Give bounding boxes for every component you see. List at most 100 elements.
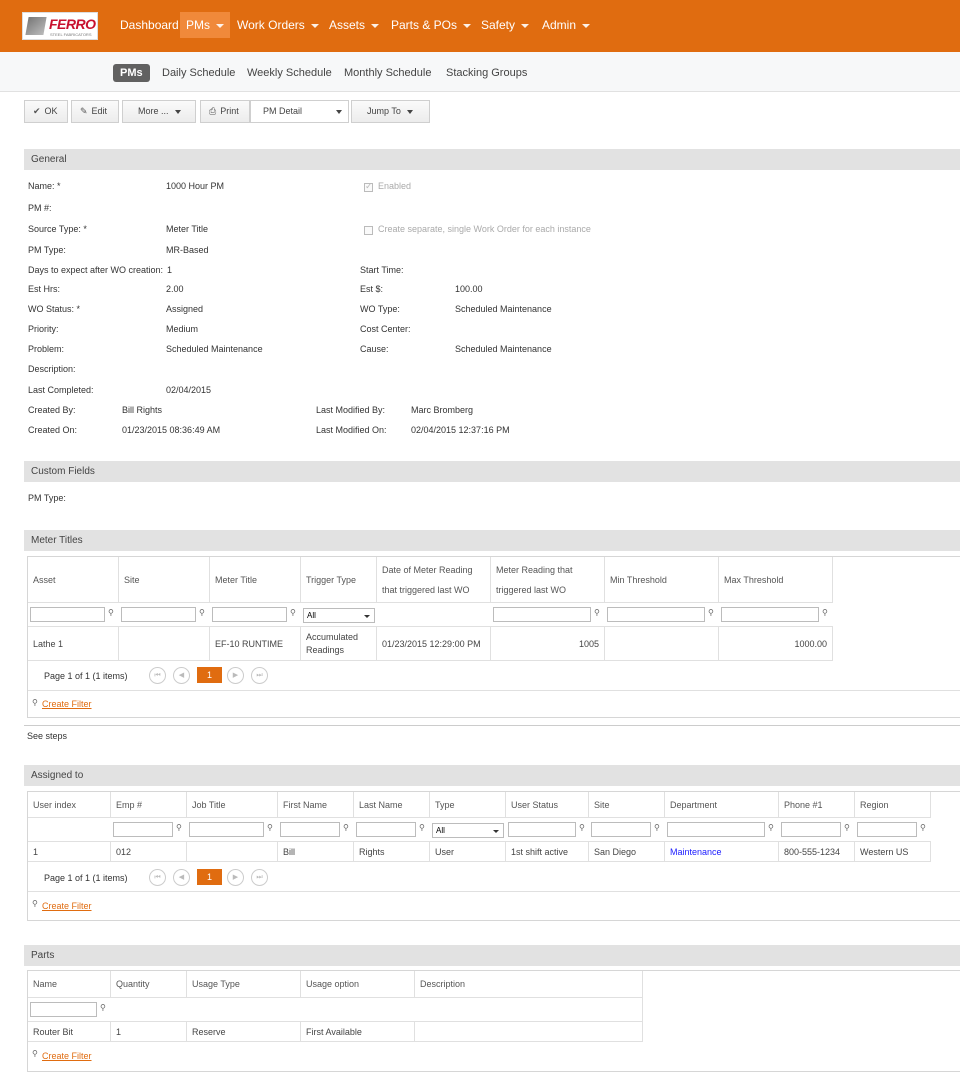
filter-icon[interactable]: ⚲	[108, 608, 114, 617]
subtab-weekly-schedule[interactable]: Weekly Schedule	[247, 64, 332, 82]
filter-input[interactable]	[591, 822, 651, 837]
filter-icon[interactable]: ⚲	[343, 823, 349, 832]
print-button[interactable]: ⎙ Print	[200, 100, 250, 123]
filter-input[interactable]	[30, 607, 105, 622]
filter-input[interactable]	[189, 822, 264, 837]
column-header[interactable]: Name	[28, 971, 111, 998]
nav-safety[interactable]: Safety	[475, 12, 535, 38]
nav-admin[interactable]: Admin	[536, 12, 596, 38]
subtab-pms[interactable]: PMs	[113, 64, 150, 82]
filter-icon[interactable]: ⚲	[579, 823, 585, 832]
column-header[interactable]: Trigger Type	[301, 557, 377, 603]
column-header[interactable]: User Status	[506, 792, 589, 818]
filter-icon[interactable]: ⚲	[199, 608, 205, 617]
column-header[interactable]: Max Threshold	[719, 557, 833, 603]
filter-icon[interactable]: ⚲	[708, 608, 714, 617]
filter-input[interactable]	[212, 607, 287, 622]
filter-input[interactable]	[121, 607, 196, 622]
column-header[interactable]: Usage Type	[187, 971, 301, 998]
filter-icon[interactable]: ⚲	[844, 823, 850, 832]
created-by-value: Bill Rights	[122, 405, 163, 415]
column-header[interactable]: Min Threshold	[605, 557, 719, 603]
column-header[interactable]: Meter Reading that triggered last WO	[491, 557, 605, 603]
wo-type-label: WO Type:	[360, 304, 400, 314]
column-header[interactable]: Last Name	[354, 792, 430, 818]
pager-summary: Page 1 of 1 (1 items)	[44, 671, 128, 681]
nav-pms[interactable]: PMs	[180, 12, 230, 38]
column-header[interactable]: Type	[430, 792, 506, 818]
filter-icon[interactable]: ⚲	[920, 823, 926, 832]
cost-center-label: Cost Center:	[360, 324, 411, 334]
filter-icon[interactable]: ⚲	[768, 823, 774, 832]
create-filter-link[interactable]: Create Filter	[42, 901, 92, 911]
filter-icon[interactable]: ⚲	[267, 823, 273, 832]
filter-icon[interactable]: ⚲	[822, 608, 828, 617]
current-page-button[interactable]: 1	[197, 869, 222, 885]
filter-input[interactable]	[781, 822, 841, 837]
filter-input[interactable]	[721, 607, 819, 622]
filter-input[interactable]	[667, 822, 765, 837]
column-header[interactable]: Asset	[28, 557, 119, 603]
prev-page-icon[interactable]: ◀	[173, 667, 190, 684]
department-link[interactable]: Maintenance	[665, 842, 779, 862]
column-header[interactable]: Region	[855, 792, 931, 818]
first-page-icon[interactable]: ⏮	[149, 667, 166, 684]
filter-icon[interactable]: ⚲	[176, 823, 182, 832]
column-header[interactable]: Description	[415, 971, 643, 998]
chevron-down-icon	[463, 23, 472, 28]
filter-icon[interactable]: ⚲	[290, 608, 296, 617]
jump-to-button[interactable]: Jump To	[351, 100, 430, 123]
next-page-icon[interactable]: ▶	[227, 667, 244, 684]
created-on-value: 01/23/2015 08:36:49 AM	[122, 425, 221, 435]
column-header[interactable]: Site	[589, 792, 665, 818]
prev-page-icon[interactable]: ◀	[173, 869, 190, 886]
edit-button[interactable]: ✎ Edit	[71, 100, 119, 123]
subtab-stacking-groups[interactable]: Stacking Groups	[446, 64, 527, 82]
create-filter-link[interactable]: Create Filter	[42, 699, 92, 709]
column-header[interactable]: Emp #	[111, 792, 187, 818]
nav-work-orders[interactable]: Work Orders	[231, 12, 325, 38]
filter-input[interactable]	[508, 822, 576, 837]
subtab-daily-schedule[interactable]: Daily Schedule	[162, 64, 235, 82]
filter-input[interactable]	[493, 607, 591, 622]
separate-wo-checkbox[interactable]	[364, 226, 373, 235]
more-button[interactable]: More ...	[122, 100, 196, 123]
filter-input[interactable]	[607, 607, 705, 622]
type-filter-select[interactable]: All	[432, 823, 504, 838]
filter-icon[interactable]: ⚲	[100, 1003, 106, 1012]
column-header[interactable]: User index	[28, 792, 111, 818]
current-page-button[interactable]: 1	[197, 667, 222, 683]
nav-assets[interactable]: Assets	[323, 12, 385, 38]
column-header[interactable]: Site	[119, 557, 210, 603]
filter-input[interactable]	[857, 822, 917, 837]
next-page-icon[interactable]: ▶	[227, 869, 244, 886]
subtab-monthly-schedule[interactable]: Monthly Schedule	[344, 64, 431, 82]
filter-icon[interactable]: ⚲	[654, 823, 660, 832]
nav-dashboard[interactable]: Dashboard	[114, 12, 185, 38]
filter-icon[interactable]: ⚲	[419, 823, 425, 832]
column-header[interactable]: Department	[665, 792, 779, 818]
column-header[interactable]: First Name	[278, 792, 354, 818]
nav-parts-pos[interactable]: Parts & POs	[385, 12, 477, 38]
column-header[interactable]: Job Title	[187, 792, 278, 818]
column-header[interactable]: Date of Meter Reading that triggered las…	[377, 557, 491, 603]
column-header[interactable]: Quantity	[111, 971, 187, 998]
filter-icon[interactable]: ⚲	[594, 608, 600, 617]
column-header[interactable]: Phone #1	[779, 792, 855, 818]
see-steps-link[interactable]: See steps	[27, 731, 67, 741]
last-page-icon[interactable]: ⏭	[251, 869, 268, 886]
filter-input[interactable]	[113, 822, 173, 837]
column-header[interactable]: Meter Title	[210, 557, 301, 603]
last-page-icon[interactable]: ⏭	[251, 667, 268, 684]
filter-input[interactable]	[356, 822, 416, 837]
trigger-type-filter-select[interactable]: All	[303, 608, 375, 623]
company-logo[interactable]: FERRO STEEL FABRICATORS	[22, 12, 98, 40]
first-page-icon[interactable]: ⏮	[149, 869, 166, 886]
enabled-checkbox[interactable]	[364, 181, 373, 192]
filter-input[interactable]	[280, 822, 340, 837]
column-header[interactable]: Usage option	[301, 971, 415, 998]
create-filter-link[interactable]: Create Filter	[42, 1051, 92, 1061]
filter-input[interactable]	[30, 1002, 97, 1017]
ok-button[interactable]: ✔ OK	[24, 100, 68, 123]
print-report-select[interactable]: PM Detail	[250, 100, 349, 123]
